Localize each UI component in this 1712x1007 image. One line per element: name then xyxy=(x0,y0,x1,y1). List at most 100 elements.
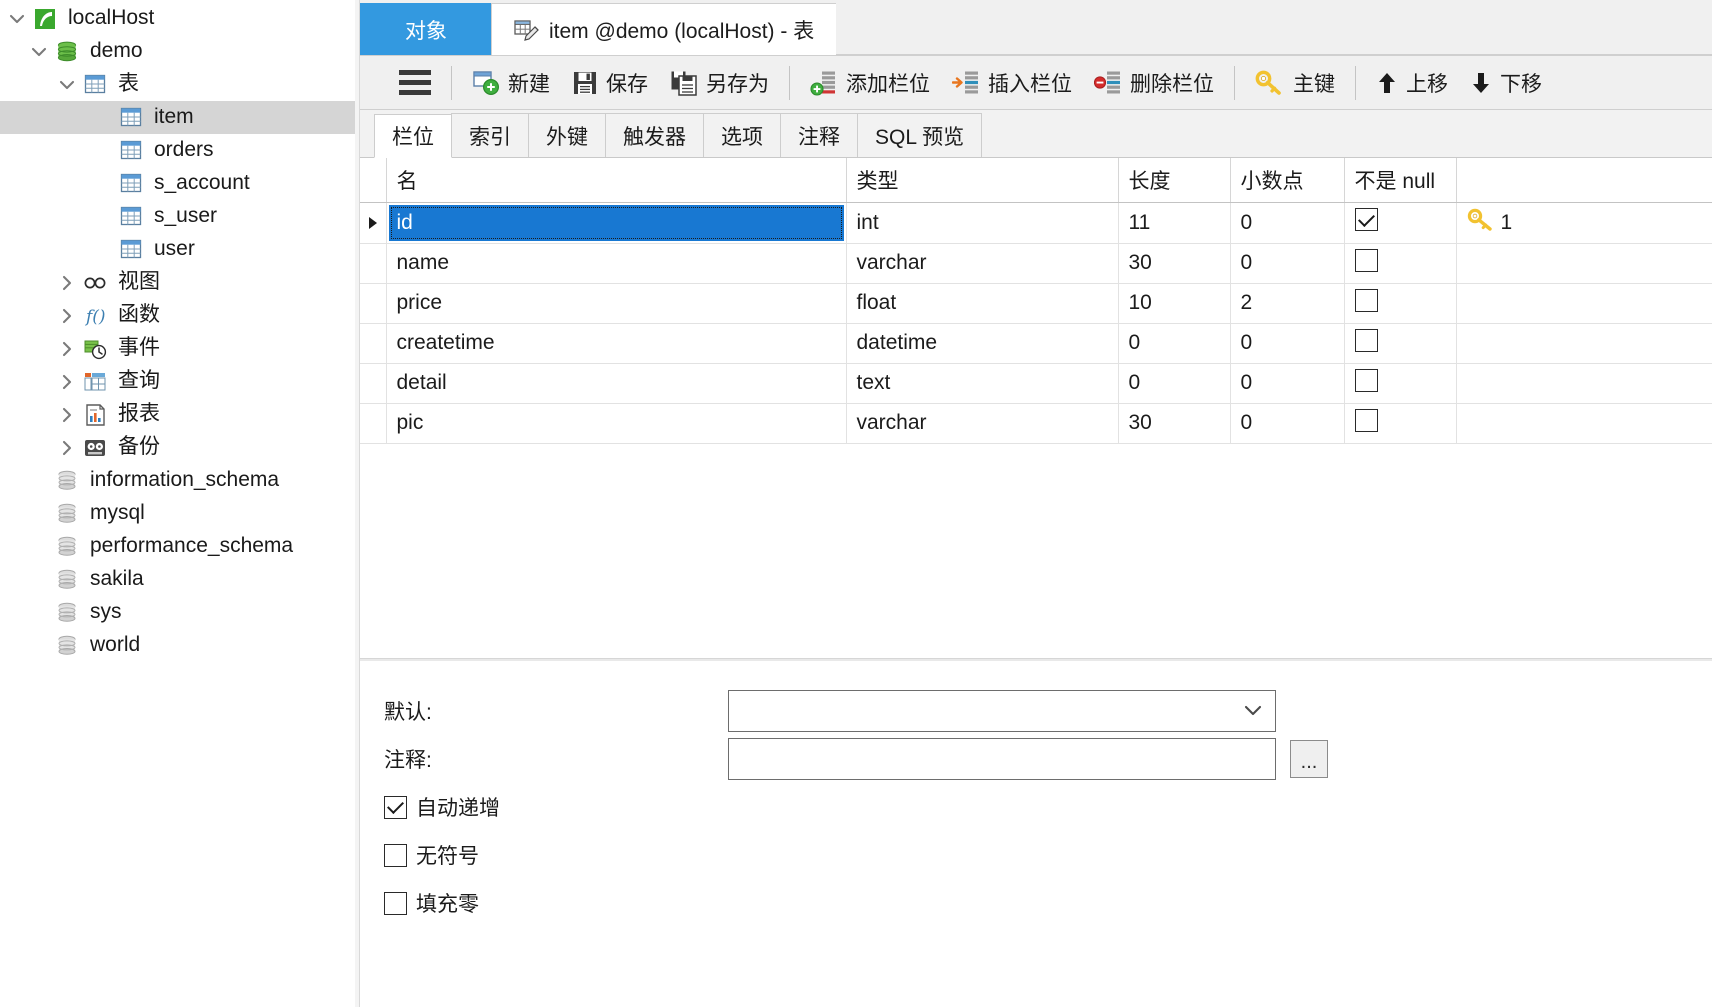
tree-item-demo[interactable]: demo xyxy=(0,35,359,68)
field-flag-checkbox[interactable] xyxy=(384,891,407,915)
field-length-cell[interactable]: 30 xyxy=(1118,403,1231,444)
designer-toolbar[interactable]: 新建 保存 另存为 添加栏位 插入栏位 删除栏位 主键 上移 下移 xyxy=(360,56,1712,110)
tree-item-user[interactable]: user xyxy=(0,233,359,266)
comment-browse-button[interactable]: ... xyxy=(1290,740,1328,778)
field-name-cell[interactable]: detail xyxy=(386,363,847,404)
tree-item-information_schema[interactable]: information_schema xyxy=(0,464,359,497)
chevron-right-icon[interactable] xyxy=(52,373,82,391)
row-marker-cell[interactable] xyxy=(360,202,387,244)
new-button[interactable]: 新建 xyxy=(461,61,561,105)
field-properties-pane[interactable]: 默认: 注释: ... 自动递增 无符号 填充零 xyxy=(360,659,1712,1007)
field-flag-checkboxes[interactable]: 自动递增 无符号 填充零 xyxy=(360,783,1712,927)
add-field-button[interactable]: 添加栏位 xyxy=(799,61,941,105)
field-not-null-cell[interactable] xyxy=(1344,363,1457,404)
field-not-null-cell[interactable] xyxy=(1344,202,1457,244)
field-key-cell[interactable] xyxy=(1456,283,1712,324)
delete-field-button[interactable]: 删除栏位 xyxy=(1083,61,1225,105)
sidebar-scroll-rail[interactable] xyxy=(355,0,359,1007)
tab-table-designer[interactable]: item @demo (localHost) - 表 xyxy=(491,3,838,55)
field-name-cell[interactable]: name xyxy=(386,243,847,284)
field-length-cell[interactable]: 11 xyxy=(1118,202,1231,244)
field-name-cell[interactable]: id xyxy=(386,202,847,244)
designer-tab-3[interactable]: 触发器 xyxy=(605,113,704,157)
chevron-right-icon[interactable] xyxy=(52,340,82,358)
chevron-down-icon[interactable] xyxy=(52,76,82,94)
designer-tab-0[interactable]: 栏位 xyxy=(374,114,452,158)
field-not-null-cell[interactable] xyxy=(1344,403,1457,444)
field-decimals-cell[interactable]: 0 xyxy=(1230,243,1345,284)
field-not-null-cell[interactable] xyxy=(1344,243,1457,284)
field-not-null-cell[interactable] xyxy=(1344,323,1457,364)
designer-tab-6[interactable]: SQL 预览 xyxy=(857,113,983,157)
tree-item-s_user[interactable]: s_user xyxy=(0,200,359,233)
field-name-cell[interactable]: createtime xyxy=(386,323,847,364)
tree-item-sakila[interactable]: sakila xyxy=(0,563,359,596)
column-header-not-null[interactable]: 不是 null xyxy=(1344,158,1457,203)
column-header-type[interactable]: 类型 xyxy=(846,158,1119,203)
row-marker-cell[interactable] xyxy=(360,283,387,324)
chevron-right-icon[interactable] xyxy=(52,439,82,457)
fields-grid[interactable]: 名 类型 长度 小数点 不是 null id int 11 0 1 name varchar… xyxy=(360,158,1712,444)
chevron-down-icon[interactable] xyxy=(24,43,54,61)
tree-item-[interactable]: f() 函数 xyxy=(0,299,359,332)
not-null-checkbox[interactable] xyxy=(1354,408,1378,432)
not-null-checkbox[interactable] xyxy=(1354,208,1378,231)
not-null-checkbox[interactable] xyxy=(1354,248,1378,272)
not-null-checkbox[interactable] xyxy=(1354,288,1378,312)
table-row[interactable]: createtime datetime 0 0 xyxy=(360,323,1712,364)
field-flag-1[interactable]: 无符号 xyxy=(360,831,1712,879)
chevron-right-icon[interactable] xyxy=(52,274,82,292)
column-header-decimals[interactable]: 小数点 xyxy=(1230,158,1345,203)
field-decimals-cell[interactable]: 0 xyxy=(1230,202,1345,244)
fields-grid-body[interactable]: id int 11 0 1 name varchar 30 0 price float 10 2 crea… xyxy=(360,202,1712,444)
tree-item-performance_schema[interactable]: performance_schema xyxy=(0,530,359,563)
field-type-cell[interactable]: varchar xyxy=(846,243,1119,284)
field-flag-checkbox[interactable] xyxy=(384,843,407,867)
tab-objects[interactable]: 对象 xyxy=(360,3,492,55)
connection-tree[interactable]: localHost demo 表 item orders s_account s_user u… xyxy=(0,2,359,662)
designer-tab-1[interactable]: 索引 xyxy=(451,113,529,157)
field-decimals-cell[interactable]: 0 xyxy=(1230,363,1345,404)
field-key-cell[interactable] xyxy=(1456,243,1712,284)
window-tab-strip[interactable]: 对象 item @demo (localHost) - 表 xyxy=(360,0,1712,56)
fields-grid-container[interactable]: 名 类型 长度 小数点 不是 null id int 11 0 1 name varchar… xyxy=(360,158,1712,659)
table-row[interactable]: pic varchar 30 0 xyxy=(360,403,1712,444)
field-type-cell[interactable]: int xyxy=(846,202,1119,244)
column-header-length[interactable]: 长度 xyxy=(1118,158,1231,203)
comment-input[interactable] xyxy=(728,738,1276,780)
field-key-cell[interactable] xyxy=(1456,323,1712,364)
field-name-cell[interactable]: pic xyxy=(386,403,847,444)
tree-item-[interactable]: 事件 xyxy=(0,332,359,365)
tree-item-sys[interactable]: sys xyxy=(0,596,359,629)
field-flag-0[interactable]: 自动递增 xyxy=(360,783,1712,831)
tree-item-[interactable]: 查询 xyxy=(0,365,359,398)
save-as-button[interactable]: 另存为 xyxy=(659,61,780,105)
designer-tab-2[interactable]: 外键 xyxy=(528,113,606,157)
field-type-cell[interactable]: datetime xyxy=(846,323,1119,364)
field-not-null-cell[interactable] xyxy=(1344,283,1457,324)
tree-item-[interactable]: 表 xyxy=(0,68,359,101)
save-button[interactable]: 保存 xyxy=(561,61,659,105)
row-marker-cell[interactable] xyxy=(360,323,387,364)
column-header-name[interactable]: 名 xyxy=(386,158,847,203)
tree-item-[interactable]: 备份 xyxy=(0,431,359,464)
field-decimals-cell[interactable]: 2 xyxy=(1230,283,1345,324)
field-key-cell[interactable] xyxy=(1456,403,1712,444)
field-key-cell[interactable] xyxy=(1456,363,1712,404)
not-null-checkbox[interactable] xyxy=(1354,368,1378,392)
field-length-cell[interactable]: 10 xyxy=(1118,283,1231,324)
table-row[interactable]: id int 11 0 1 xyxy=(360,202,1712,244)
insert-field-button[interactable]: 插入栏位 xyxy=(941,61,1083,105)
tree-item-orders[interactable]: orders xyxy=(0,134,359,167)
field-length-cell[interactable]: 0 xyxy=(1118,323,1231,364)
default-value-combo[interactable] xyxy=(728,690,1276,732)
field-name-cell[interactable]: price xyxy=(386,283,847,324)
chevron-right-icon[interactable] xyxy=(52,406,82,424)
move-up-button[interactable]: 上移 xyxy=(1365,61,1459,105)
table-row[interactable]: detail text 0 0 xyxy=(360,363,1712,404)
field-length-cell[interactable]: 0 xyxy=(1118,363,1231,404)
tree-item-[interactable]: 报表 xyxy=(0,398,359,431)
chevron-right-icon[interactable] xyxy=(52,307,82,325)
field-name-cell-editor[interactable]: id xyxy=(388,204,844,241)
chevron-down-icon[interactable] xyxy=(1243,703,1267,720)
